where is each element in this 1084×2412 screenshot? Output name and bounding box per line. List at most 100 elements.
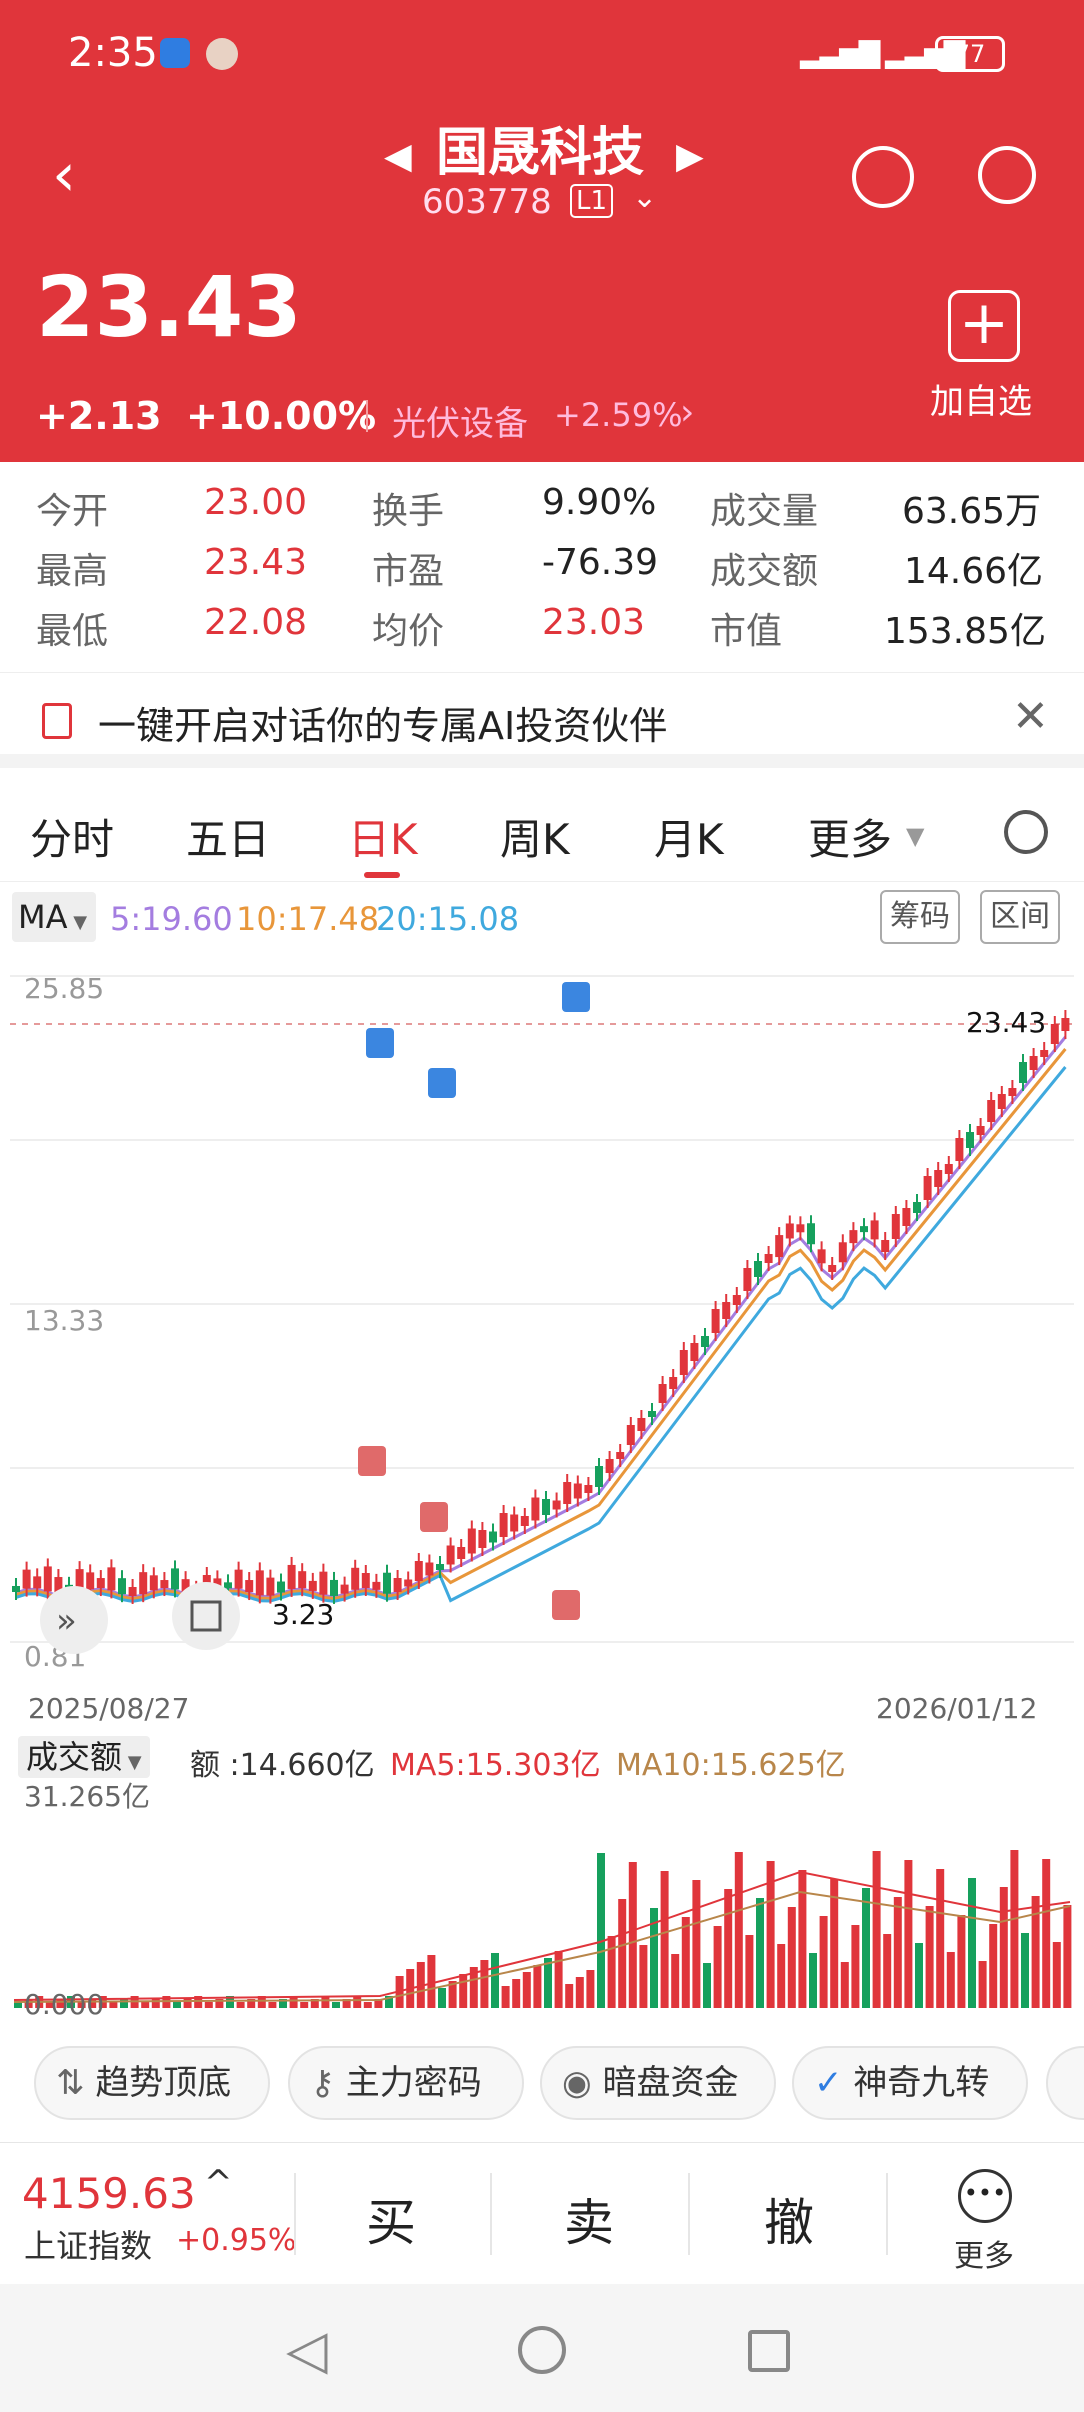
volume-bar — [713, 1926, 722, 2008]
volume-bar — [756, 1898, 764, 2008]
candle-body — [902, 1208, 911, 1226]
candle-body — [489, 1531, 497, 1543]
back-icon[interactable]: ‹ — [52, 140, 76, 210]
sell-button[interactable]: 卖 — [564, 2183, 614, 2255]
volume-bar — [968, 1878, 976, 2008]
candle-body — [870, 1220, 879, 1240]
ai-banner[interactable]: 一键开启对话你的专属AI投资伙伴 ✕ — [0, 672, 1084, 768]
volume-bar — [522, 1972, 531, 2008]
level-badge[interactable]: L1 — [570, 184, 614, 218]
cancel-button[interactable]: 撤 — [764, 2183, 814, 2255]
tab-daily-k[interactable]: 日K — [348, 806, 418, 867]
close-icon[interactable]: ✕ — [1012, 691, 1049, 742]
ma-line — [15, 1048, 1067, 1601]
buy-button[interactable]: 买 — [366, 2183, 416, 2255]
volume-bar — [533, 1965, 542, 2008]
sector-name[interactable]: 光伏设备 — [392, 396, 528, 445]
candle-body — [1029, 1056, 1038, 1070]
volume-bar — [512, 1979, 521, 2008]
double-chevron-icon: » — [56, 1601, 77, 1641]
volume-header: 成交额 ▼ 额 :14.660亿 MA5:15.303亿 MA10:15.625… — [0, 1732, 1084, 1783]
kline-chart[interactable]: 25.85 13.33 0.81 23.43 3.23 » — [0, 952, 1084, 1692]
next-stock-icon[interactable]: ▶ — [676, 136, 704, 177]
volume-bar — [1063, 1905, 1072, 2008]
more-feature-pill[interactable] — [1046, 2046, 1084, 2120]
tab-intraday[interactable]: 分时 — [30, 806, 114, 867]
ai-banner-text[interactable]: 一键开启对话你的专属AI投资伙伴 — [98, 695, 667, 750]
candle-body — [626, 1425, 635, 1445]
candle-body — [436, 1564, 444, 1570]
volume-bar — [724, 1889, 733, 2008]
divider — [294, 2173, 296, 2255]
index-value[interactable]: 4159.63 — [22, 2169, 196, 2218]
candle-body — [743, 1268, 752, 1291]
chevron-up-icon[interactable]: ^ — [204, 2163, 233, 2203]
candle-body — [22, 1569, 31, 1589]
more-dots-icon[interactable]: ••• — [958, 2169, 1012, 2223]
last-price-label: 23.43 — [966, 1006, 1046, 1039]
candle-body — [393, 1578, 402, 1592]
magic-nine-button[interactable]: ✓ 神奇九转 — [792, 2046, 1028, 2120]
candle-body — [573, 1483, 582, 1499]
volume-bar — [597, 1853, 605, 2008]
volume-bar — [268, 2002, 277, 2008]
candle-body — [976, 1126, 985, 1135]
chip-button[interactable]: 筹码 — [880, 890, 960, 944]
divider — [490, 2173, 492, 2255]
buy-marker — [358, 1446, 386, 1476]
candle-body — [287, 1564, 296, 1589]
candle-body — [669, 1377, 678, 1389]
add-watch-button[interactable]: + — [948, 290, 1020, 362]
volume-selector[interactable]: 成交额 ▼ — [18, 1736, 150, 1778]
feature-label: 神奇九转 — [853, 2063, 990, 2103]
volume-bar — [989, 1924, 998, 2008]
chevron-down-icon[interactable]: ⌄ — [632, 180, 657, 215]
system-nav-bar: ◁ — [0, 2284, 1084, 2412]
index-pct: +0.95% — [176, 2223, 297, 2258]
candle-body — [595, 1466, 603, 1487]
candle-body — [234, 1569, 243, 1589]
main-code-button[interactable]: ⚷ 主力密码 — [288, 2046, 524, 2120]
volume-bar — [501, 1986, 510, 2008]
candle-body — [118, 1578, 126, 1595]
candle-body — [966, 1132, 974, 1148]
dark-pool-button[interactable]: ◉ 暗盘资金 — [540, 2046, 776, 2120]
stock-header: 2:35 ▂▃▅▇ ▂▃▅▇ 77 ‹ ◀ 国晟科技 ▶ 603778 L1 ⌄… — [0, 0, 1084, 462]
nav-home-icon[interactable] — [518, 2326, 566, 2374]
prev-stock-icon[interactable]: ◀ — [384, 136, 412, 177]
tab-weekly-k[interactable]: 周K — [500, 806, 570, 867]
volume-bar — [703, 1963, 711, 2008]
sector-pct[interactable]: +2.59% — [554, 396, 682, 434]
volume-bar — [173, 2002, 181, 2008]
volume-bar — [544, 1958, 552, 2008]
volume-bar — [872, 1851, 881, 2008]
feature-label: 趋势顶底 — [95, 2063, 232, 2103]
volume-bar — [734, 1852, 743, 2008]
volume-bar — [957, 1915, 966, 2008]
settings-icon[interactable] — [1004, 810, 1048, 854]
volume-ma5: MA5:15.303亿 — [390, 1748, 601, 1783]
nav-recents-icon[interactable] — [748, 2330, 790, 2372]
volume-bar — [851, 1925, 860, 2008]
tab-more[interactable]: 更多 — [808, 806, 892, 867]
add-watch-label[interactable]: 加自选 — [930, 374, 1032, 423]
trend-top-bottom-button[interactable]: ⇅ 趋势顶底 — [34, 2046, 270, 2120]
range-button[interactable]: 区间 — [980, 890, 1060, 944]
fullscreen-button[interactable] — [172, 1582, 240, 1650]
candle-body — [467, 1528, 476, 1554]
candle-body — [351, 1567, 360, 1590]
search-icon[interactable] — [978, 146, 1036, 204]
tab-five-day[interactable]: 五日 — [186, 806, 270, 867]
chevron-right-icon[interactable]: › — [680, 392, 694, 433]
volume-bar — [321, 1996, 330, 2008]
tab-monthly-k[interactable]: 月K — [654, 806, 724, 867]
share-icon[interactable] — [852, 146, 914, 208]
volume-chart[interactable]: 31.265亿 0.000 — [0, 1782, 1084, 2022]
volume-bar — [946, 1952, 955, 2008]
more-button-label[interactable]: 更多 — [954, 2231, 1014, 2275]
caret-down-icon[interactable]: ▼ — [906, 822, 924, 850]
key-icon: ⚷ — [310, 2063, 335, 2103]
index-name[interactable]: 上证指数 — [24, 2221, 152, 2267]
nav-back-icon[interactable]: ◁ — [286, 2318, 328, 2381]
ma-selector[interactable]: MA ▼ — [12, 892, 96, 942]
